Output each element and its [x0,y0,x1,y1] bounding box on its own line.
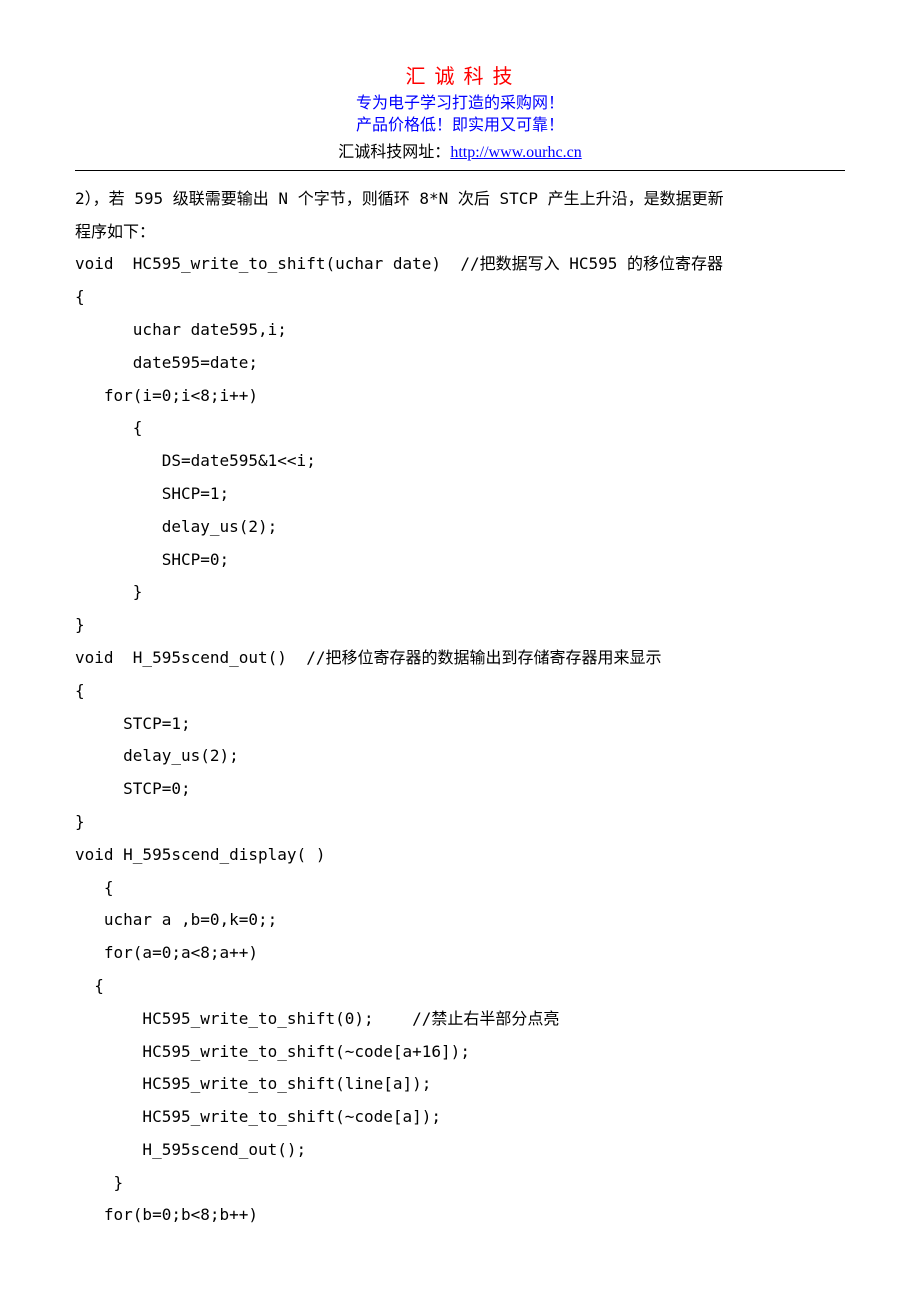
code-line: delay_us(2); [75,740,845,773]
header-divider [75,170,845,171]
code-line: { [75,675,845,708]
code-line: } [75,576,845,609]
code-line: { [75,872,845,905]
code-line: } [75,806,845,839]
code-line: H_595scend_out(); [75,1134,845,1167]
code-line: for(a=0;a<8;a++) [75,937,845,970]
code-line: { [75,281,845,314]
header-url-link[interactable]: http://www.ourhc.cn [450,144,581,161]
header-subtitle-1: 专为电子学习打造的采购网！ [75,93,845,115]
code-line: for(b=0;b<8;b++) [75,1199,845,1232]
header-subtitle-2: 产品价格低！即实用又可靠！ [75,115,845,137]
page-container: 汇 诚 科 技 专为电子学习打造的采购网！ 产品价格低！即实用又可靠！ 汇诚科技… [0,0,920,1272]
code-line: 2），若 595 级联需要输出 N 个字节，则循环 8*N 次后 STCP 产生… [75,183,845,216]
content-body: 2），若 595 级联需要输出 N 个字节，则循环 8*N 次后 STCP 产生… [75,183,845,1233]
page-header: 汇 诚 科 技 专为电子学习打造的采购网！ 产品价格低！即实用又可靠！ 汇诚科技… [75,60,845,162]
code-line: uchar date595,i; [75,314,845,347]
code-line: date595=date; [75,347,845,380]
header-url-line: 汇诚科技网址：http://www.ourhc.cn [75,138,845,162]
code-line: { [75,970,845,1003]
code-line: 程序如下： [75,216,845,249]
code-line: HC595_write_to_shift(~code[a+16]); [75,1036,845,1069]
code-line: HC595_write_to_shift(~code[a]); [75,1101,845,1134]
code-line: } [75,609,845,642]
code-line: DS=date595&1<<i; [75,445,845,478]
code-line: } [75,1167,845,1200]
code-line: void H_595scend_display( ) [75,839,845,872]
code-line: uchar a ,b=0,k=0;; [75,904,845,937]
header-title: 汇 诚 科 技 [75,60,845,89]
code-line: HC595_write_to_shift(line[a]); [75,1068,845,1101]
code-line: { [75,412,845,445]
code-line: SHCP=0; [75,544,845,577]
code-line: STCP=1; [75,708,845,741]
code-line: STCP=0; [75,773,845,806]
code-line: for(i=0;i<8;i++) [75,380,845,413]
code-line: void H_595scend_out() //把移位寄存器的数据输出到存储寄存… [75,642,845,675]
code-line: delay_us(2); [75,511,845,544]
url-label: 汇诚科技网址： [338,144,450,161]
code-line: void HC595_write_to_shift(uchar date) //… [75,248,845,281]
code-line: HC595_write_to_shift(0); //禁止右半部分点亮 [75,1003,845,1036]
code-line: SHCP=1; [75,478,845,511]
